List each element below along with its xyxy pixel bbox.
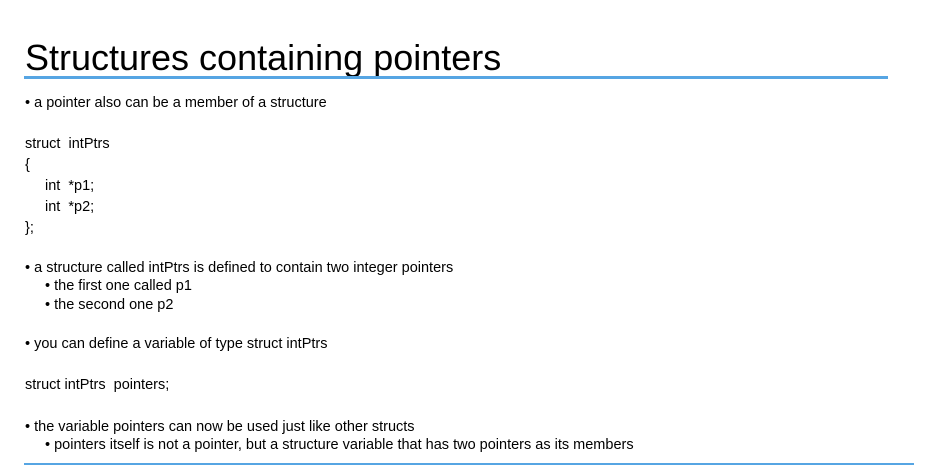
bullet-struct-defined: • a structure called intPtrs is defined … xyxy=(25,260,454,276)
code-declaration: struct intPtrs pointers; xyxy=(25,377,170,393)
sub-bullet-p2: • the second one p2 xyxy=(45,297,174,313)
code-struct-line-4: int *p2; xyxy=(45,199,95,215)
code-struct-line-3: int *p1; xyxy=(45,178,95,194)
code-struct-line-5: }; xyxy=(25,220,34,236)
code-struct-line-2: { xyxy=(25,157,30,173)
bottom-divider xyxy=(24,463,914,465)
slide-title: Structures containing pointers xyxy=(25,37,502,78)
sub-bullet-p1: • the first one called p1 xyxy=(45,278,192,294)
bullet-define-variable: • you can define a variable of type stru… xyxy=(25,336,328,352)
code-struct-line-1: struct intPtrs xyxy=(25,136,110,152)
title-underline xyxy=(24,76,888,79)
bullet-variable-usage: • the variable pointers can now be used … xyxy=(25,419,415,435)
bullet-pointer-member: • a pointer also can be a member of a st… xyxy=(25,95,327,111)
sub-bullet-not-pointer: • pointers itself is not a pointer, but … xyxy=(45,437,634,453)
